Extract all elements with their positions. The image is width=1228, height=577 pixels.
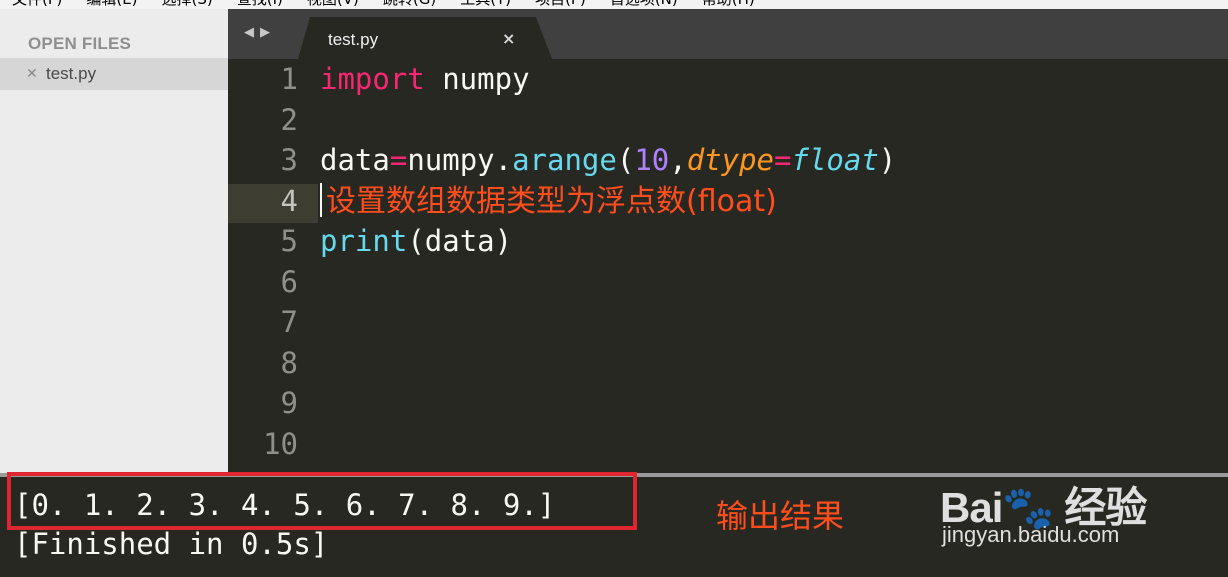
line-number-gutter: 1 2 3 4 5 6 7 8 9 10 <box>228 59 298 464</box>
menu-item-3[interactable]: 查找(I) <box>225 0 295 9</box>
line-number: 6 <box>280 264 298 299</box>
code-line-1: import numpy <box>320 59 1228 100</box>
line-number: 2 <box>280 102 298 137</box>
builtin-float: float <box>791 143 879 177</box>
line-number: 4 <box>280 183 298 218</box>
tab-nav: ◀ ▶ <box>244 25 270 40</box>
tab-prev-icon[interactable]: ◀ <box>244 25 254 40</box>
close-icon[interactable]: ✕ <box>26 66 42 82</box>
code-line-3: data=numpy.arange(10,dtype=float) <box>320 140 1228 181</box>
line-number: 7 <box>280 305 298 339</box>
module-name: numpy <box>424 62 530 96</box>
line-number: 8 <box>280 345 298 380</box>
kwarg-operator: = <box>774 143 792 177</box>
menu-item-5[interactable]: 跳转(G) <box>371 0 448 9</box>
sidebar: OPEN FILES ✕ test.py <box>0 9 228 473</box>
keyword-import: import <box>320 62 425 96</box>
line-number: 5 <box>280 224 298 258</box>
line-number: 10 <box>263 426 298 461</box>
tab-close-icon[interactable]: × <box>502 29 515 48</box>
menu-item-8[interactable]: 首选项(N) <box>598 0 690 9</box>
output-result: [0. 1. 2. 3. 4. 5. 6. 7. 8. 9.] <box>14 488 556 522</box>
baidu-watermark: Bai🐾 经验 jingyan.baidu.com <box>940 440 1228 577</box>
sidebar-file-name: test.py <box>46 64 97 83</box>
menu-bar: 文件(F)编辑(E)选择(S)查找(I)视图(V)跳转(G)工具(T)项目(P)… <box>0 0 1228 9</box>
watermark-url: jingyan.baidu.com <box>942 522 1120 547</box>
print-args: (data) <box>407 224 513 258</box>
param-dtype: dtype <box>686 143 775 177</box>
menu-items: 文件(F)编辑(E)选择(S)查找(I)视图(V)跳转(G)工具(T)项目(P)… <box>0 0 767 9</box>
menu-item-2[interactable]: 选择(S) <box>150 0 225 9</box>
open-files-heading: OPEN FILES <box>28 34 132 53</box>
sidebar-file-item[interactable]: ✕ test.py <box>0 58 228 90</box>
annotation-dtype: 设置数组数据类型为浮点数(float) <box>326 183 777 219</box>
function-print: print <box>320 224 408 258</box>
tab-bar: ◀ ▶ test.py × <box>228 9 1228 59</box>
line-number: 9 <box>280 386 298 420</box>
menu-item-1[interactable]: 编辑(E) <box>74 0 149 9</box>
line-number: 3 <box>280 143 298 177</box>
paren-open: ( <box>616 143 635 177</box>
menu-item-9[interactable]: 帮助(H) <box>690 0 767 9</box>
code-area[interactable]: import numpy data=numpy.arange(10,dtype=… <box>320 59 1228 262</box>
code-line-4: 设置数组数据类型为浮点数(float) <box>320 181 1228 222</box>
number-literal: 10 <box>634 143 670 177</box>
paren-close: ) <box>878 143 897 177</box>
text-cursor <box>320 182 322 217</box>
menu-item-7[interactable]: 项目(P) <box>523 0 598 9</box>
line-number: 1 <box>280 62 298 96</box>
tab-next-icon[interactable]: ▶ <box>260 25 270 40</box>
assign-operator: = <box>389 143 408 177</box>
code-line-5: print(data) <box>320 221 1228 262</box>
comma: , <box>669 143 687 177</box>
menu-item-0[interactable]: 文件(F) <box>0 0 74 9</box>
module-ref: numpy. <box>407 143 513 177</box>
code-editor[interactable]: 1 2 3 4 5 6 7 8 9 10 import numpy data=n… <box>228 59 1228 473</box>
tab-title: test.py <box>328 30 379 49</box>
menu-item-6[interactable]: 工具(T) <box>448 0 523 9</box>
function-arange: arange <box>512 143 617 177</box>
menu-item-4[interactable]: 视图(V) <box>295 0 371 9</box>
output-finished: [Finished in 0.5s] <box>14 527 329 561</box>
var-data: data <box>320 143 390 177</box>
tab-test-py[interactable]: test.py × <box>298 17 552 59</box>
annotation-output: 输出结果 <box>716 497 845 535</box>
